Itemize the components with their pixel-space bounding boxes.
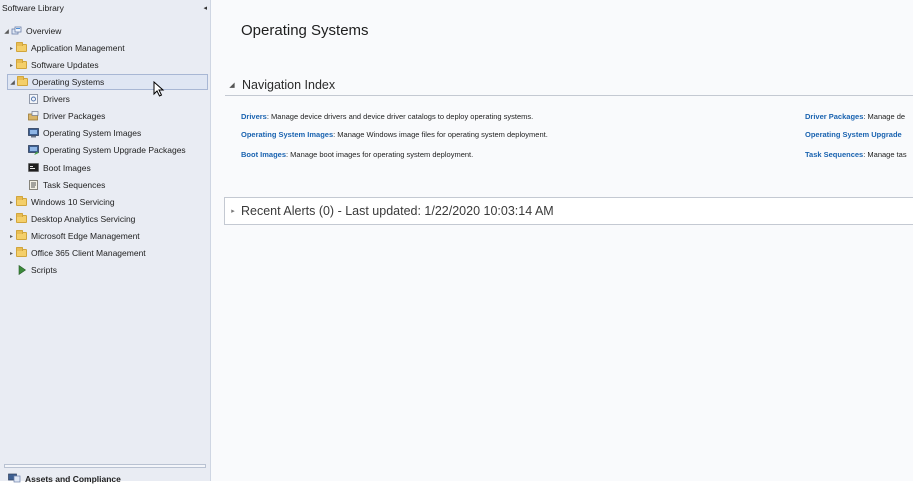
chevron-left-icon[interactable]: ◂ — [203, 4, 207, 12]
workspace-splitter[interactable] — [4, 464, 206, 468]
os-image-icon — [28, 128, 39, 138]
content-pane: Operating Systems ◢ Navigation Index Dri… — [211, 0, 913, 481]
navigation-index-header[interactable]: ◢ Navigation Index — [225, 74, 913, 96]
os-upgrade-package-icon — [28, 145, 39, 155]
workspace-assets-and-compliance[interactable]: Assets and Compliance — [0, 472, 210, 486]
expanded-arrow-icon[interactable]: ◢ — [225, 81, 239, 89]
tree-item-software-updates[interactable]: ▸ Software Updates — [7, 57, 207, 73]
tree-item-office-365-client-management[interactable]: ▸ Office 365 Client Management — [7, 245, 207, 261]
mouse-pointer-icon — [153, 81, 165, 97]
recent-alerts-header[interactable]: ▸ Recent Alerts (0) - Last updated: 1/22… — [224, 197, 913, 225]
nav-entry-description: : Manage de — [863, 112, 906, 121]
folder-icon — [16, 230, 27, 241]
nav-entry-description: : Manage Windows image files for operati… — [333, 130, 548, 139]
recent-alerts-title: Recent Alerts (0) - Last updated: 1/22/2… — [241, 204, 554, 218]
tree-item-label: Boot Images — [43, 163, 91, 173]
expanded-arrow-icon[interactable]: ◢ — [8, 79, 17, 86]
task-sequences-link[interactable]: Task Sequences — [805, 150, 863, 159]
boot-image-icon — [28, 163, 39, 173]
collapsed-arrow-icon[interactable]: ▸ — [225, 207, 241, 215]
nav-index-entry: Operating System Upgrade — [805, 130, 902, 139]
nav-entry-description: : Manage boot images for operating syste… — [286, 150, 474, 159]
tree-item-overview[interactable]: ◢ Overview — [2, 23, 208, 39]
operating-system-images-link[interactable]: Operating System Images — [241, 130, 333, 139]
scripts-icon — [16, 265, 27, 275]
tree-item-label: Scripts — [31, 265, 57, 275]
folder-icon — [16, 213, 27, 224]
driver-packages-link[interactable]: Driver Packages — [805, 112, 863, 121]
task-sequence-icon — [28, 180, 39, 190]
tree-item-label: Drivers — [43, 94, 70, 104]
tree-item-os-images[interactable]: Operating System Images — [28, 125, 206, 141]
tree-item-desktop-analytics-servicing[interactable]: ▸ Desktop Analytics Servicing — [7, 211, 207, 227]
operating-system-upgrade-link[interactable]: Operating System Upgrade — [805, 130, 902, 139]
collapsed-arrow-icon[interactable]: ▸ — [7, 199, 16, 206]
nav-index-entry: Operating System Images: Manage Windows … — [241, 130, 548, 139]
tree-item-label: Operating Systems — [32, 77, 105, 87]
drivers-link[interactable]: Drivers — [241, 112, 267, 121]
nav-index-entry: Driver Packages: Manage de — [805, 112, 905, 121]
driver-package-icon — [28, 111, 39, 121]
navigation-pane-title: Software Library — [2, 3, 64, 13]
tree-item-task-sequences[interactable]: Task Sequences — [28, 177, 206, 193]
driver-icon — [28, 94, 39, 104]
tree-item-label: Operating System Upgrade Packages — [43, 145, 186, 155]
tree-item-microsoft-edge-management[interactable]: ▸ Microsoft Edge Management — [7, 228, 207, 244]
tree-item-label: Desktop Analytics Servicing — [31, 214, 136, 224]
workspace-label: Assets and Compliance — [25, 474, 121, 484]
folder-icon — [16, 59, 27, 70]
folder-icon — [17, 76, 28, 87]
folder-icon — [16, 196, 27, 207]
boot-images-link[interactable]: Boot Images — [241, 150, 286, 159]
tree-item-application-management[interactable]: ▸ Application Management — [7, 40, 207, 56]
tree-item-boot-images[interactable]: Boot Images — [28, 160, 206, 176]
page-title: Operating Systems — [241, 22, 369, 39]
tree-item-driver-packages[interactable]: Driver Packages — [28, 108, 206, 124]
tree-item-label: Application Management — [31, 43, 125, 53]
collapsed-arrow-icon[interactable]: ▸ — [7, 62, 16, 69]
navigation-index-title: Navigation Index — [242, 77, 336, 92]
nav-index-entry: Drivers: Manage device drivers and devic… — [241, 112, 533, 121]
tree-item-label: Overview — [26, 26, 62, 36]
nav-index-entry: Boot Images: Manage boot images for oper… — [241, 150, 473, 159]
expanded-arrow-icon[interactable]: ◢ — [2, 28, 11, 35]
tree-item-scripts[interactable]: Scripts — [16, 262, 206, 278]
tree-item-windows-10-servicing[interactable]: ▸ Windows 10 Servicing — [7, 194, 207, 210]
tree-item-operating-systems[interactable]: ◢ Operating Systems — [7, 74, 208, 90]
overview-icon — [11, 26, 22, 36]
navigation-pane-header: Software Library ◂ — [0, 0, 210, 16]
collapsed-arrow-icon[interactable]: ▸ — [7, 250, 16, 257]
tree-item-label: Driver Packages — [43, 111, 106, 121]
collapsed-arrow-icon[interactable]: ▸ — [7, 216, 16, 223]
tree-item-label: Microsoft Edge Management — [31, 231, 140, 241]
nav-index-entry: Task Sequences: Manage tas — [805, 150, 907, 159]
navigation-pane: Software Library ◂ ◢ Overview ▸ Applicat… — [0, 0, 211, 484]
collapsed-arrow-icon[interactable]: ▸ — [7, 45, 16, 52]
folder-icon — [16, 247, 27, 258]
tree-item-drivers[interactable]: Drivers — [28, 91, 206, 107]
nav-entry-description: : Manage device drivers and device drive… — [266, 112, 534, 121]
assets-compliance-icon — [8, 473, 21, 485]
collapsed-arrow-icon[interactable]: ▸ — [7, 233, 16, 240]
tree-item-label: Task Sequences — [43, 180, 106, 190]
tree-item-os-upgrade-packages[interactable]: Operating System Upgrade Packages — [28, 142, 208, 158]
tree-item-label: Operating System Images — [43, 128, 142, 138]
tree-item-label: Software Updates — [31, 60, 99, 70]
nav-entry-description: : Manage tas — [863, 150, 907, 159]
tree-item-label: Office 365 Client Management — [31, 248, 146, 258]
folder-icon — [16, 42, 27, 53]
tree-item-label: Windows 10 Servicing — [31, 197, 115, 207]
